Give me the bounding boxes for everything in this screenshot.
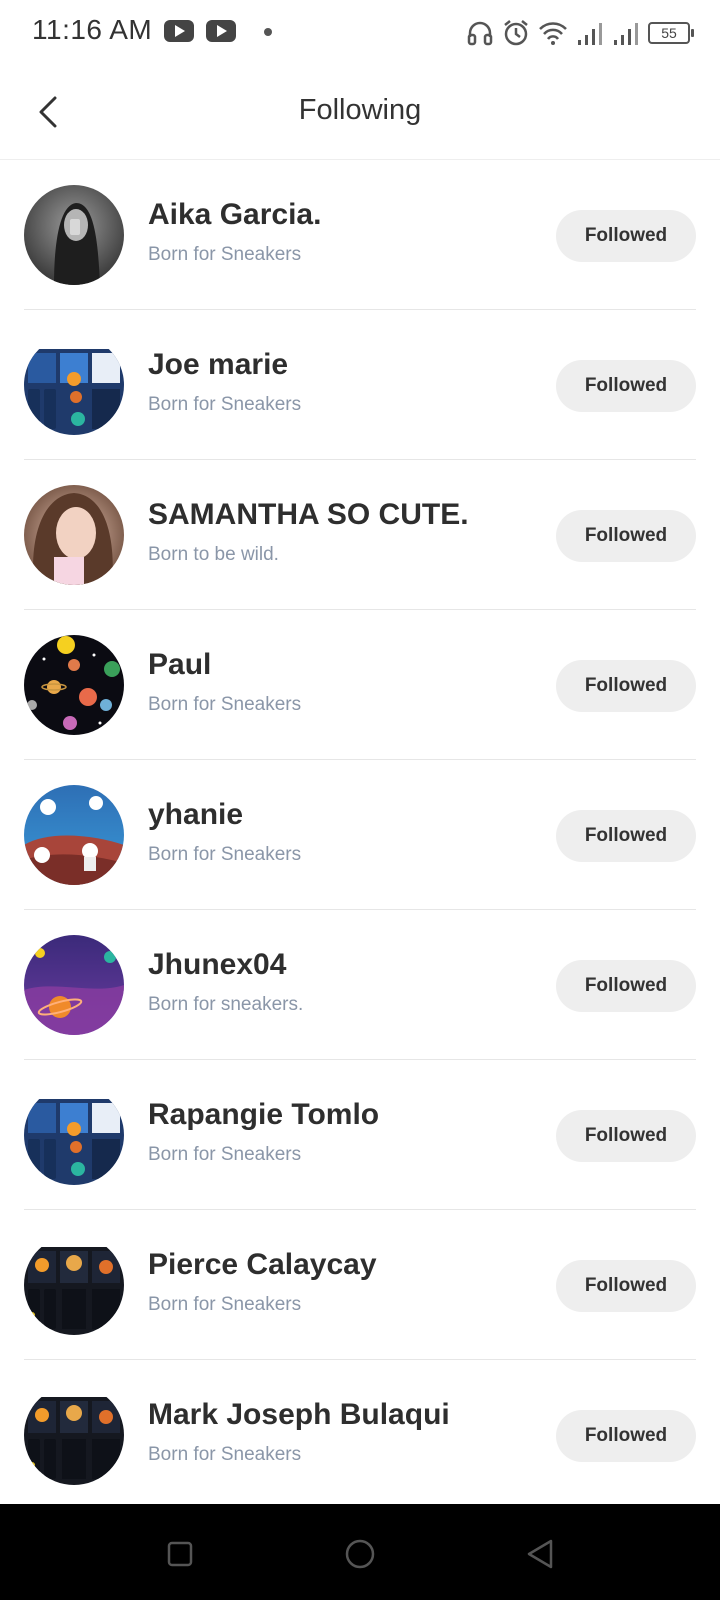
user-bio: Born for Sneakers (148, 844, 302, 865)
user-name: Rapangie Tomlo (148, 1098, 380, 1131)
followed-button[interactable]: Followed (556, 210, 696, 262)
user-name: Joe marie (148, 348, 289, 381)
avatar[interactable] (24, 1385, 124, 1485)
page-title: Following (298, 94, 422, 126)
following-list: Aika Garcia. Born for Sneakers Followed … (0, 160, 720, 1510)
user-name: SAMANTHA SO CUTE. (148, 498, 469, 531)
recents-button[interactable] (160, 1534, 200, 1574)
home-circle-icon (345, 1539, 375, 1569)
list-item[interactable]: Joe marie Born for Sneakers Followed (0, 310, 720, 460)
signal-icon (578, 23, 602, 45)
avatar[interactable] (24, 335, 124, 435)
status-time: 11:16 AM (32, 14, 153, 45)
youtube-icon (206, 20, 236, 42)
user-bio: Born for Sneakers (148, 394, 302, 415)
user-bio: Born for Sneakers (148, 244, 302, 265)
user-bio: Born for Sneakers (148, 1294, 302, 1315)
list-item[interactable]: Aika Garcia. Born for Sneakers Followed (0, 160, 720, 310)
battery-icon: 55 (648, 22, 694, 44)
avatar[interactable] (24, 1235, 124, 1335)
list-item[interactable]: Pierce Calaycay Born for Sneakers Follow… (0, 1210, 720, 1360)
signal-icon (614, 23, 638, 45)
list-item[interactable]: Mark Joseph Bulaqui Born for Sneakers Fo… (0, 1360, 720, 1510)
youtube-icon (164, 20, 194, 42)
wifi-icon (539, 22, 567, 45)
alarm-icon (504, 20, 528, 46)
avatar[interactable] (24, 185, 124, 285)
followed-button[interactable]: Followed (556, 960, 696, 1012)
avatar[interactable] (24, 785, 124, 885)
user-name: yhanie (148, 798, 244, 831)
status-icons: 55 (466, 16, 694, 50)
user-name: Paul (148, 648, 212, 681)
list-item[interactable]: Paul Born for Sneakers Followed (0, 610, 720, 760)
user-name: Jhunex04 (148, 948, 287, 981)
avatar[interactable] (24, 485, 124, 585)
avatar[interactable] (24, 1085, 124, 1185)
notification-dot-icon (264, 28, 272, 36)
user-name: Mark Joseph Bulaqui (148, 1398, 450, 1431)
followed-button[interactable]: Followed (556, 1410, 696, 1462)
user-name: Aika Garcia. (148, 198, 322, 231)
followed-button[interactable]: Followed (556, 510, 696, 562)
list-item[interactable]: SAMANTHA SO CUTE. Born to be wild. Follo… (0, 460, 720, 610)
list-item[interactable]: Jhunex04 Born for sneakers. Followed (0, 910, 720, 1060)
list-item[interactable]: yhanie Born for Sneakers Followed (0, 760, 720, 910)
back-triangle-icon (527, 1539, 553, 1569)
user-bio: Born for Sneakers (148, 1444, 302, 1465)
user-bio: Born for Sneakers (148, 1144, 302, 1165)
avatar[interactable] (24, 635, 124, 735)
headphones-icon (467, 21, 493, 46)
home-button[interactable] (340, 1534, 380, 1574)
avatar[interactable] (24, 935, 124, 1035)
user-bio: Born for sneakers. (148, 994, 304, 1015)
status-bar: 11:16 AM 55 (0, 0, 720, 66)
list-item[interactable]: Rapangie Tomlo Born for Sneakers Followe… (0, 1060, 720, 1210)
nav-back-button[interactable] (520, 1534, 560, 1574)
followed-button[interactable]: Followed (556, 360, 696, 412)
user-bio: Born to be wild. (148, 544, 279, 565)
user-bio: Born for Sneakers (148, 694, 302, 715)
followed-button[interactable]: Followed (556, 660, 696, 712)
header: Following (0, 66, 720, 160)
followed-button[interactable]: Followed (556, 810, 696, 862)
recents-square-icon (167, 1541, 193, 1567)
navigation-bar (0, 1504, 720, 1600)
followed-button[interactable]: Followed (556, 1260, 696, 1312)
followed-button[interactable]: Followed (556, 1110, 696, 1162)
user-name: Pierce Calaycay (148, 1248, 377, 1281)
